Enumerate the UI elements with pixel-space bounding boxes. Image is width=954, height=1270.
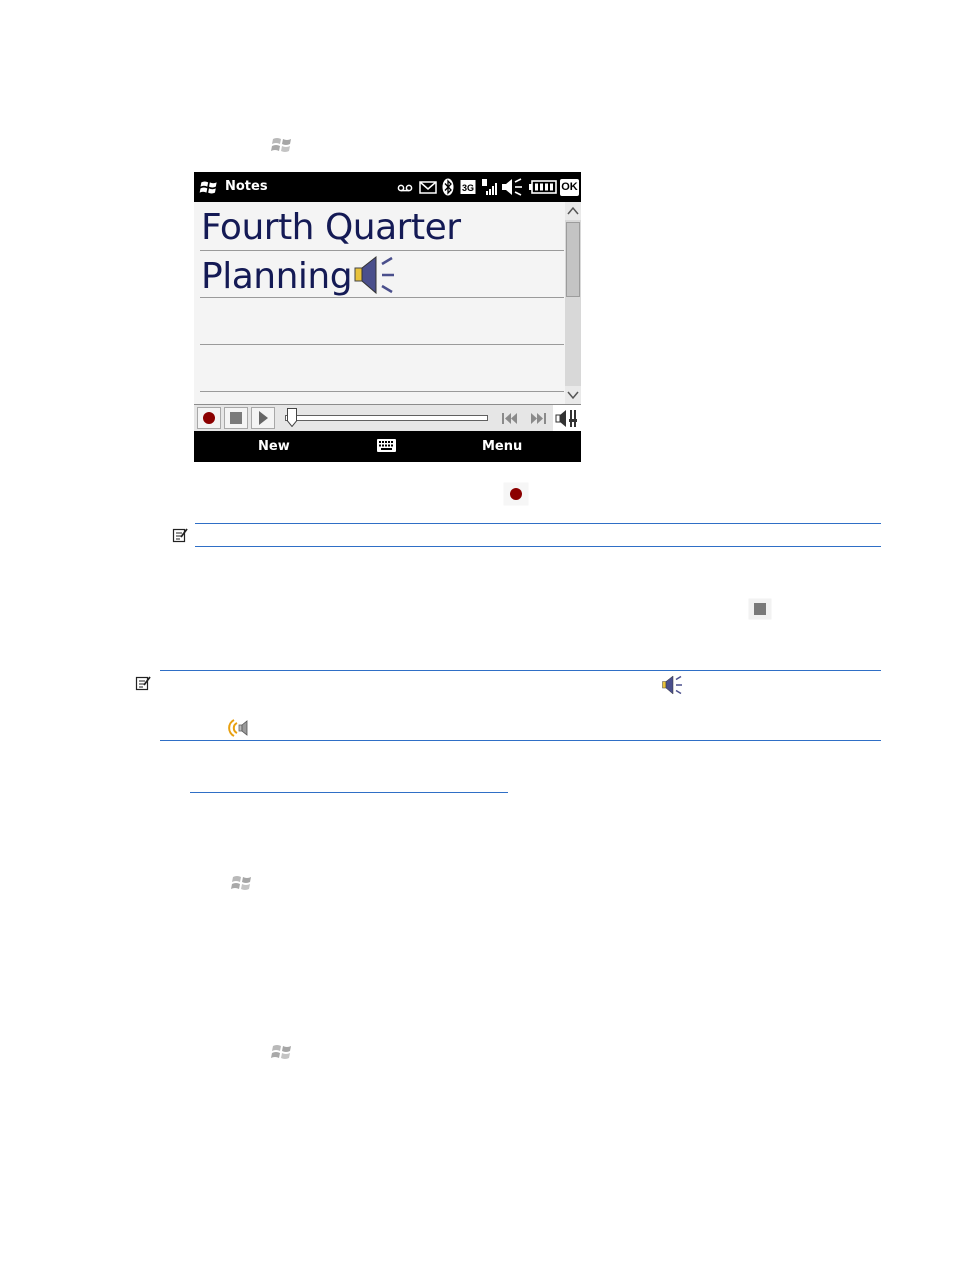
record-button-icon <box>503 482 529 506</box>
scroll-thumb[interactable] <box>566 222 580 297</box>
link-underline[interactable] <box>190 792 508 793</box>
notes-app-screenshot: Notes 3G OK Fourth Quarter Planning New … <box>194 172 581 462</box>
slider-handle[interactable] <box>287 408 297 427</box>
note-line-2: Planning <box>201 254 400 297</box>
record-icon <box>203 412 215 424</box>
ruled-line <box>200 391 564 392</box>
chevron-down-icon <box>567 391 579 400</box>
windows-start-icon <box>231 876 251 890</box>
skip-forward-icon[interactable] <box>527 409 549 428</box>
title-bar: Notes 3G OK <box>194 172 581 202</box>
speaker-muted-icon <box>502 178 522 196</box>
note-rule-top <box>195 523 881 524</box>
note-rule-bottom <box>160 740 881 741</box>
keyboard-keys <box>379 441 393 450</box>
voice-recording-icon[interactable] <box>352 254 400 296</box>
chevron-up-icon <box>567 206 579 215</box>
windows-start-icon <box>271 138 291 152</box>
scrollbar[interactable] <box>565 202 581 404</box>
battery-icon <box>529 180 557 194</box>
note-icon <box>172 528 188 543</box>
note-icon <box>135 676 151 691</box>
envelope-icon <box>419 181 437 194</box>
play-button[interactable] <box>251 407 275 429</box>
note-rule-bottom <box>195 546 881 547</box>
scroll-up-arrow[interactable] <box>565 202 581 220</box>
new-softkey[interactable]: New <box>258 439 290 454</box>
playback-slider[interactable] <box>285 415 488 421</box>
3g-icon: 3G <box>460 180 476 194</box>
scroll-down-arrow[interactable] <box>565 386 581 404</box>
volume-button[interactable] <box>553 405 581 432</box>
voicemail-icon <box>397 184 413 192</box>
recording-toolbar <box>194 404 581 432</box>
stop-icon <box>230 412 242 424</box>
stop-button-icon <box>748 598 772 620</box>
windows-start-icon <box>271 1045 291 1059</box>
windows-start-icon[interactable] <box>199 179 219 196</box>
ruled-line <box>200 250 564 251</box>
stop-button[interactable] <box>224 407 248 429</box>
note-line-1: Fourth Quarter <box>201 207 461 248</box>
volume-icon <box>555 410 577 427</box>
keyboard-icon[interactable] <box>377 439 396 452</box>
bluetooth-icon <box>442 178 454 196</box>
play-icon <box>259 411 268 425</box>
svg-text:3G: 3G <box>462 183 474 193</box>
ruled-line <box>200 344 564 345</box>
note-line-2-text: Planning <box>201 256 353 297</box>
voice-note-icon <box>662 675 682 695</box>
note-rule-top <box>160 670 881 671</box>
app-title: Notes <box>225 179 268 194</box>
menu-softkey[interactable]: Menu <box>482 439 522 454</box>
ok-button[interactable]: OK <box>560 179 579 196</box>
skip-back-icon[interactable] <box>499 409 521 428</box>
speaker-playing-icon <box>228 719 248 737</box>
ruled-line <box>200 297 564 298</box>
record-button[interactable] <box>197 407 221 429</box>
signal-icon <box>482 179 497 195</box>
note-editor[interactable]: Fourth Quarter Planning <box>194 202 565 404</box>
softkey-bar: New Menu <box>194 431 581 462</box>
